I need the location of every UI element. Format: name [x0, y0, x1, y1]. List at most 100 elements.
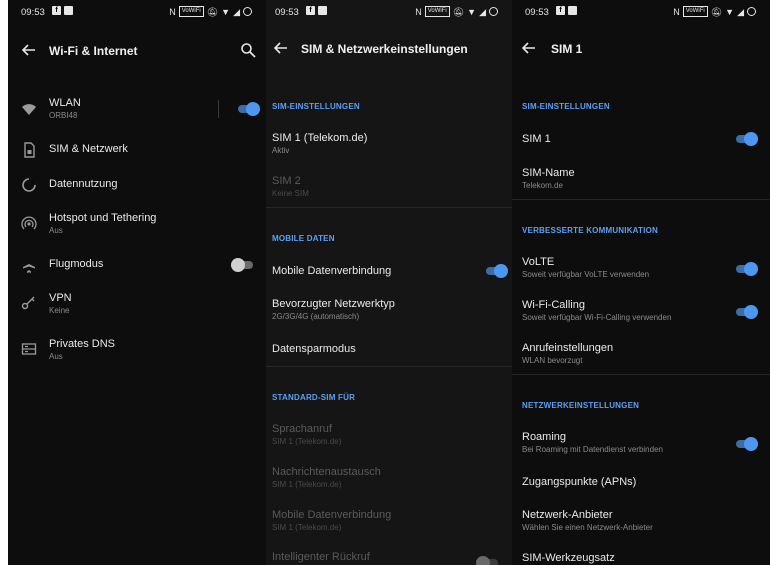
item-title: SIM-Werkzeugsatz: [522, 552, 615, 564]
list-item-voice-call: Sprachanruf SIM 1 (Telekom.de): [266, 421, 512, 449]
search-icon[interactable]: [240, 42, 256, 58]
item-title: Roaming: [522, 431, 567, 443]
list-item-mobile-data-default: Mobile Datenverbindung SIM 1 (Telekom.de…: [266, 507, 512, 535]
list-item-datennutzung[interactable]: Datennutzung: [8, 175, 266, 195]
vowifi-icon: VoWiFi: [178, 6, 204, 17]
item-subtitle: Bei Roaming mit Datendienst verbinden: [522, 445, 663, 454]
item-subtitle: Keine: [49, 306, 70, 315]
facebook-icon: f: [52, 6, 61, 15]
list-item-flugmodus[interactable]: Flugmodus: [8, 255, 266, 275]
mobile-data-toggle[interactable]: [484, 264, 508, 278]
wifi-status-icon: ▼: [221, 6, 231, 17]
wlan-toggle[interactable]: [236, 102, 260, 116]
item-subtitle: 2G/3G/4G (automatisch): [272, 312, 360, 321]
divider: [266, 207, 512, 208]
list-item-sim-name[interactable]: SIM-Name Telekom.de: [512, 165, 770, 193]
volte-toggle[interactable]: [734, 262, 758, 276]
wifi-calling-toggle[interactable]: [734, 305, 758, 319]
signal-icon: ◢: [233, 6, 240, 17]
divider: [512, 199, 770, 200]
item-title: Zugangspunkte (APNs): [522, 476, 637, 488]
item-subtitle: Aktiv: [272, 146, 290, 155]
status-bar: 09:53 f N VoWiFi 🔕︎ ▼ ◢: [512, 0, 770, 24]
item-subtitle: ORBI48: [49, 111, 78, 120]
status-time: 09:53: [275, 7, 299, 18]
nfc-icon: N: [169, 6, 176, 17]
section-header: SIM-EINSTELLUNGEN: [522, 102, 610, 111]
status-time: 09:53: [525, 7, 549, 18]
list-item-roaming[interactable]: Roaming Bei Roaming mit Datendienst verb…: [512, 429, 770, 457]
item-title: Nachrichtenaustausch: [272, 466, 381, 478]
item-title: SIM & Netzwerk: [49, 143, 128, 155]
item-title: Hotspot und Tethering: [49, 212, 157, 224]
list-item-wifi-calling[interactable]: Wi-Fi-Calling Soweit verfügbar Wi-Fi-Cal…: [512, 297, 770, 325]
list-item-volte[interactable]: VoLTE Soweit verfügbar VoLTE verwenden: [512, 254, 770, 282]
list-item-network-type[interactable]: Bevorzugter Netzwerktyp 2G/3G/4G (automa…: [266, 296, 512, 324]
list-item-privates-dns[interactable]: Privates DNS Aus: [8, 335, 266, 365]
wifi-internet-screen: 09:53 f N VoWiFi 🔕︎ ▼ ◢ Wi-Fi & Internet…: [8, 0, 266, 565]
list-item-wlan[interactable]: WLAN ORBI48: [8, 94, 266, 124]
item-title: Intelligenter Rückruf: [272, 551, 370, 563]
list-item-apn[interactable]: Zugangspunkte (APNs): [512, 473, 770, 493]
list-item-vpn[interactable]: VPN Keine: [8, 289, 266, 319]
list-item-messaging: Nachrichtenaustausch SIM 1 (Telekom.de): [266, 464, 512, 492]
battery-icon: [747, 7, 756, 16]
hotspot-icon: [21, 216, 37, 230]
list-item-data-saver[interactable]: Datensparmodus: [266, 340, 512, 360]
item-title: Datensparmodus: [272, 343, 356, 355]
back-arrow-icon[interactable]: [21, 42, 37, 58]
back-arrow-icon[interactable]: [521, 40, 537, 56]
list-item-sim1-toggle[interactable]: SIM 1: [512, 130, 770, 150]
facebook-icon: f: [306, 6, 315, 15]
sim1-toggle[interactable]: [734, 132, 758, 146]
page-title: Wi-Fi & Internet: [49, 44, 138, 58]
section-header: NETZWERKEINSTELLUNGEN: [522, 401, 640, 410]
wifi-status-icon: ▼: [725, 6, 735, 17]
back-arrow-icon[interactable]: [273, 40, 289, 56]
facebook-icon: f: [556, 6, 565, 15]
sim1-screen: 09:53 f N VoWiFi 🔕︎ ▼ ◢ SIM 1 SIM-EINSTE…: [512, 0, 770, 565]
roaming-toggle[interactable]: [734, 437, 758, 451]
item-subtitle: Soweit verfügbar Wi-Fi-Calling verwenden: [522, 313, 672, 322]
list-item-sim-netzwerk[interactable]: SIM & Netzwerk: [8, 140, 266, 160]
airplane-icon: [23, 258, 35, 273]
app-bar: Wi-Fi & Internet: [8, 34, 266, 70]
list-item-network-operator[interactable]: Netzwerk-Anbieter Wählen Sie einen Netzw…: [512, 507, 770, 535]
item-subtitle: Wählen Sie einen Netzwerk-Anbieter: [522, 523, 653, 532]
nfc-icon: N: [415, 6, 422, 17]
item-subtitle: SIM 1 (Telekom.de): [272, 437, 342, 446]
list-item-mobile-data[interactable]: Mobile Datenverbindung: [266, 262, 512, 282]
list-item-sim1[interactable]: SIM 1 (Telekom.de) Aktiv: [266, 130, 512, 158]
item-subtitle: SIM 1 (Telekom.de): [272, 480, 342, 489]
item-subtitle: Keine SIM: [272, 189, 309, 198]
divider: [218, 100, 219, 118]
section-header: VERBESSERTE KOMMUNIKATION: [522, 226, 658, 235]
smart-callback-toggle[interactable]: [476, 556, 500, 565]
status-bar: 09:53 f N VoWiFi 🔕︎ ▼ ◢: [266, 0, 512, 24]
signal-icon: ◢: [737, 6, 744, 17]
item-subtitle: Aus: [49, 352, 63, 361]
section-header: MOBILE DATEN: [272, 234, 335, 243]
item-title: Bevorzugter Netzwerktyp: [272, 298, 395, 310]
flugmodus-toggle[interactable]: [231, 258, 255, 272]
list-item-call-settings[interactable]: Anrufeinstellungen WLAN bevorzugt: [512, 340, 770, 368]
image-icon: [64, 6, 73, 15]
vowifi-icon: VoWiFi: [682, 6, 708, 17]
item-subtitle: Soweit verfügbar VoLTE verwenden: [522, 270, 650, 279]
item-subtitle: Telekom.de: [522, 181, 563, 190]
status-time: 09:53: [21, 7, 45, 18]
item-title: Mobile Datenverbindung: [272, 509, 392, 521]
list-item-sim-toolkit[interactable]: SIM-Werkzeugsatz: [512, 550, 770, 565]
app-bar: SIM & Netzwerkeinstellungen: [266, 32, 512, 68]
item-title: Flugmodus: [49, 258, 104, 270]
nfc-icon: N: [673, 6, 680, 17]
item-title: SIM-Name: [522, 167, 575, 179]
item-title: Netzwerk-Anbieter: [522, 509, 613, 521]
battery-icon: [489, 7, 498, 16]
wifi-icon: [22, 104, 36, 115]
item-title: Privates DNS: [49, 338, 116, 350]
image-icon: [568, 6, 577, 15]
divider: [512, 374, 770, 375]
list-item-hotspot[interactable]: Hotspot und Tethering Aus: [8, 209, 266, 239]
item-title: Datennutzung: [49, 178, 118, 190]
